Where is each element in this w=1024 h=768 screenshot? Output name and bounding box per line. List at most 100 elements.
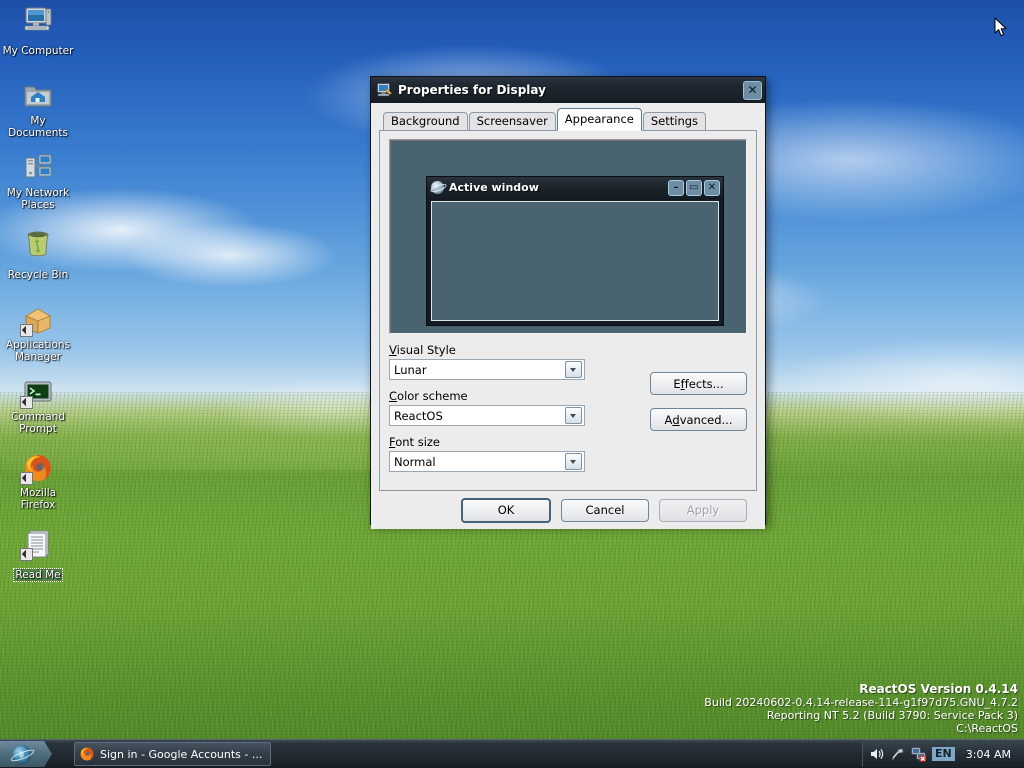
appearance-fields: Visual Style Lunar Color scheme ReactOS … <box>389 343 585 481</box>
desktop-icon-my-computer[interactable]: My Computer <box>0 4 76 58</box>
taskbar-button-firefox[interactable]: Sign in - Google Accounts - ... <box>74 742 271 766</box>
desktop-icon-label: Recycle Bin <box>7 269 70 281</box>
recycle-bin-icon <box>22 228 54 260</box>
apply-button[interactable]: Apply <box>659 499 747 522</box>
preview-window-title: Active window <box>449 181 666 194</box>
tab-label: Background <box>391 114 460 128</box>
tab-page-appearance: Active window – ▭ ✕ <box>379 130 757 491</box>
volume-icon[interactable] <box>869 746 885 762</box>
desktop-icon-my-network-places[interactable]: My Network Places <box>0 152 76 212</box>
tab-label: Screensaver <box>477 114 548 128</box>
shortcut-overlay-icon <box>20 324 33 337</box>
close-button[interactable]: ✕ <box>743 81 762 100</box>
color-scheme-combobox[interactable]: ReactOS <box>389 405 585 426</box>
desktop-icon-my-documents[interactable]: My Documents <box>0 80 76 140</box>
ok-button-label: OK <box>498 503 515 517</box>
desktop-icon-label: Applications Manager <box>0 339 76 363</box>
preview-minimize-button: – <box>668 180 684 196</box>
display-properties-icon <box>376 82 392 98</box>
my-documents-icon <box>22 80 54 112</box>
advanced-button[interactable]: Advanced... <box>650 408 747 431</box>
system-tray: EN 3:04 AM <box>862 741 1024 767</box>
language-indicator[interactable]: EN <box>932 747 955 761</box>
taskbar-task-list: Sign in - Google Accounts - ... <box>74 742 862 766</box>
desktop-icon-label: Read Me <box>14 569 61 581</box>
appearance-controls: Visual Style Lunar Color scheme ReactOS … <box>389 343 747 481</box>
font-size-label-text: ont size <box>395 435 440 449</box>
display-properties-dialog: Properties for Display ✕ Background Scre… <box>370 76 766 525</box>
close-icon: ✕ <box>705 181 719 195</box>
visual-style-label: Visual Style <box>389 343 585 357</box>
minimize-icon: – <box>669 181 683 195</box>
cancel-button-label: Cancel <box>586 503 625 517</box>
color-scheme-label: Color scheme <box>389 389 585 403</box>
power-icon[interactable] <box>890 746 906 762</box>
preview-active-window: Active window – ▭ ✕ <box>426 176 724 326</box>
advanced-button-prefix: A <box>665 413 673 427</box>
text-document-icon <box>22 528 54 560</box>
shortcut-overlay-icon <box>20 396 33 409</box>
visual-style-combobox[interactable]: Lunar <box>389 359 585 380</box>
chevron-down-icon[interactable] <box>565 361 582 378</box>
preview-maximize-button: ▭ <box>686 180 702 196</box>
advanced-button-accel: d <box>672 413 679 427</box>
dialog-title: Properties for Display <box>398 83 741 97</box>
appearance-side-buttons: Effects... Advanced... <box>585 343 747 481</box>
effects-button-suffix: fects... <box>685 377 724 391</box>
tab-settings[interactable]: Settings <box>643 112 706 130</box>
font-size-label: Font size <box>389 435 585 449</box>
effects-button-prefix: E <box>673 377 680 391</box>
maximize-icon: ▭ <box>687 181 701 195</box>
firefox-icon <box>79 746 95 762</box>
font-size-combobox[interactable]: Normal <box>389 451 585 472</box>
my-computer-icon <box>22 4 54 36</box>
preview-client-area <box>431 201 719 321</box>
tab-label: Appearance <box>565 112 634 126</box>
shortcut-overlay-icon <box>20 548 33 561</box>
shortcut-overlay-icon <box>20 472 33 485</box>
font-size-value: Normal <box>390 455 565 469</box>
dialog-body: Background Screensaver Appearance Settin… <box>371 103 765 529</box>
desktop-icon-applications-manager[interactable]: Applications Manager <box>0 304 76 364</box>
cancel-button[interactable]: Cancel <box>561 499 649 522</box>
taskbar: Sign in - Google Accounts - ... <box>0 739 1024 768</box>
appearance-preview[interactable]: Active window – ▭ ✕ <box>389 139 747 334</box>
desktop-icon-mozilla-firefox[interactable]: Mozilla Firefox <box>0 452 76 512</box>
preview-close-button: ✕ <box>704 180 720 196</box>
visual-style-label-text: isual Style <box>397 343 456 357</box>
close-icon: ✕ <box>744 82 761 99</box>
tab-screensaver[interactable]: Screensaver <box>469 112 556 130</box>
reactos-logo-icon <box>12 745 31 764</box>
start-button[interactable] <box>0 741 64 767</box>
taskbar-button-label: Sign in - Google Accounts - ... <box>100 748 262 761</box>
ok-button[interactable]: OK <box>461 498 551 523</box>
desktop-icon-recycle-bin[interactable]: Recycle Bin <box>0 228 76 282</box>
desktop-icon-read-me[interactable]: Read Me <box>0 528 76 582</box>
my-network-places-icon <box>22 152 54 184</box>
effects-button[interactable]: Effects... <box>650 372 747 395</box>
dialog-button-row: OK Cancel Apply <box>379 491 757 529</box>
command-prompt-icon <box>22 376 54 408</box>
advanced-button-suffix: vanced... <box>680 413 733 427</box>
desktop-icon-command-prompt[interactable]: Command Prompt <box>0 376 76 436</box>
applications-manager-icon <box>22 304 54 336</box>
desktop-icon-label: My Network Places <box>0 187 76 211</box>
network-disconnected-icon[interactable] <box>911 746 927 762</box>
desktop-icon-label: Command Prompt <box>0 411 76 435</box>
color-scheme-label-text: olor scheme <box>397 389 468 403</box>
preview-titlebar: Active window – ▭ ✕ <box>427 177 723 198</box>
tab-appearance[interactable]: Appearance <box>557 108 642 131</box>
chevron-down-icon[interactable] <box>565 453 582 470</box>
visual-style-accel: V <box>389 343 397 357</box>
tab-label: Settings <box>651 114 698 128</box>
preview-window-icon <box>431 181 444 194</box>
dialog-titlebar[interactable]: Properties for Display ✕ <box>371 77 765 103</box>
color-scheme-value: ReactOS <box>390 409 565 423</box>
chevron-down-icon[interactable] <box>565 407 582 424</box>
desktop-icon-label: My Documents <box>0 115 76 139</box>
taskbar-clock[interactable]: 3:04 AM <box>960 748 1018 761</box>
color-scheme-accel: C <box>389 389 397 403</box>
tab-background[interactable]: Background <box>383 112 468 130</box>
desktop-icon-label: My Computer <box>2 45 75 57</box>
desktop-screen: My Computer My Documents <box>0 0 1024 768</box>
